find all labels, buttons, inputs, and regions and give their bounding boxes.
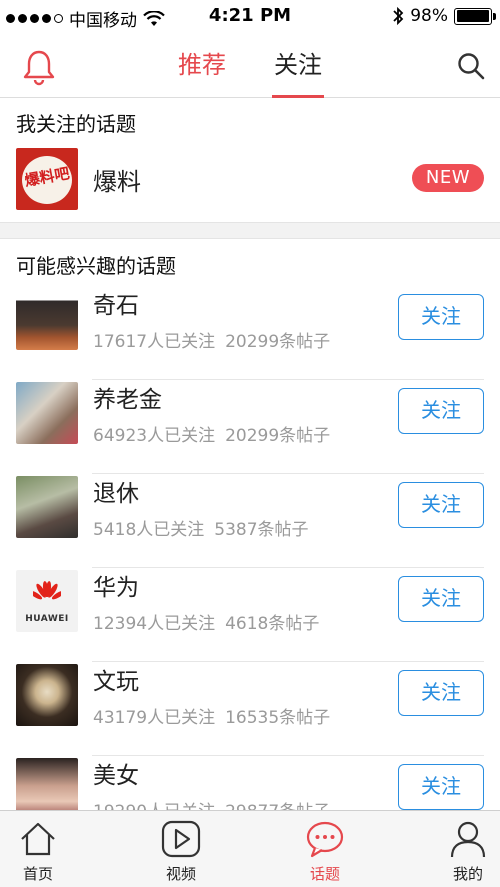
list-item[interactable]: 退休 5418人已关注 5387条帖子 关注 — [0, 474, 500, 568]
huawei-logo-text: HUAWEI — [25, 614, 69, 624]
battery-percent: 98% — [410, 6, 448, 26]
follow-button[interactable]: 关注 — [398, 764, 484, 810]
tab-following[interactable]: 关注 — [272, 48, 324, 98]
tab-video[interactable]: 视频 — [131, 811, 231, 887]
tab-topics[interactable]: 话题 — [275, 811, 375, 887]
tab-recommend[interactable]: 推荐 — [176, 48, 228, 98]
post-count: 16535条帖子 — [225, 708, 331, 728]
user-icon — [450, 821, 486, 858]
follower-count: 5418人已关注 — [93, 520, 205, 540]
battery-icon — [454, 7, 496, 25]
list-item[interactable]: 奇石 17617人已关注 20299条帖子 关注 — [0, 286, 500, 380]
battery-group: 98% — [392, 6, 496, 26]
tab-label: 话题 — [309, 865, 340, 883]
follower-count: 17617人已关注 — [93, 332, 216, 352]
post-count: 29877条帖子 — [225, 802, 330, 810]
topic-stats: 43179人已关注 16535条帖子 — [93, 703, 340, 728]
topic-stats: 17617人已关注 20299条帖子 — [93, 327, 340, 352]
home-icon — [21, 822, 55, 856]
tab-profile[interactable]: 我的 — [418, 811, 500, 887]
list-item[interactable]: HUAWEI 华为 12394人已关注 4618条帖子 关注 — [0, 568, 500, 662]
my-topics-title: 我关注的话题 — [16, 112, 136, 136]
topic-name: 爆料 — [93, 168, 141, 196]
post-count: 4618条帖子 — [225, 614, 320, 634]
tab-label: 视频 — [165, 865, 196, 883]
topic-thumbnail — [16, 758, 78, 810]
list-item[interactable]: 文玩 43179人已关注 16535条帖子 关注 — [0, 662, 500, 756]
topic-thumbnail — [16, 664, 78, 726]
tab-label: 首页 — [22, 865, 53, 883]
list-item[interactable]: 养老金 64923人已关注 20299条帖子 关注 — [0, 380, 500, 474]
post-count: 20299条帖子 — [225, 332, 331, 352]
topic-thumbnail: 爆料吧 — [16, 148, 78, 210]
top-nav: 推荐 关注 — [0, 34, 500, 98]
chat-bubble-icon — [306, 821, 344, 858]
search-icon[interactable] — [456, 51, 486, 81]
follow-button[interactable]: 关注 — [398, 482, 484, 528]
follow-button[interactable]: 关注 — [398, 388, 484, 434]
new-badge: NEW — [411, 164, 484, 192]
topic-name: 华为 — [93, 575, 139, 601]
post-count: 20299条帖子 — [225, 426, 331, 446]
follower-count: 43179人已关注 — [93, 708, 216, 728]
follow-button[interactable]: 关注 — [398, 576, 484, 622]
topic-name: 奇石 — [93, 293, 139, 319]
topic-thumbnail — [16, 476, 78, 538]
topic-name: 美女 — [93, 763, 139, 789]
suggested-topics-title: 可能感兴趣的话题 — [16, 254, 176, 278]
topic-stats: 5418人已关注 5387条帖子 — [93, 515, 319, 540]
follow-button[interactable]: 关注 — [398, 294, 484, 340]
list-item[interactable]: 美女 19290人已关注 29877条帖子 关注 — [0, 756, 500, 810]
top-tabs: 推荐 关注 — [0, 48, 500, 98]
follower-count: 19290人已关注 — [93, 802, 215, 810]
bluetooth-icon — [393, 6, 404, 26]
topic-name: 养老金 — [93, 387, 162, 413]
huawei-logo-icon — [33, 581, 61, 600]
topic-thumbnail: HUAWEI — [16, 570, 78, 632]
follower-count: 64923人已关注 — [93, 426, 216, 446]
my-topic-item[interactable]: 爆料吧 爆料 NEW — [0, 146, 500, 222]
topics-content[interactable]: 我关注的话题 爆料吧 爆料 NEW 可能感兴趣的话题 奇石 17617人已关注 2… — [0, 98, 500, 810]
topic-thumbnail — [16, 288, 78, 350]
follow-button[interactable]: 关注 — [398, 670, 484, 716]
topic-stats: 19290人已关注 29877条帖子 — [93, 797, 340, 810]
topic-thumbnail — [16, 382, 78, 444]
video-play-icon — [161, 820, 201, 858]
post-count: 5387条帖子 — [214, 520, 309, 540]
tab-home[interactable]: 首页 — [0, 811, 88, 887]
section-divider — [0, 222, 500, 239]
topic-name: 文玩 — [93, 669, 139, 695]
suggested-topics-list: 奇石 17617人已关注 20299条帖子 关注 养老金 64923人已关注 202… — [0, 286, 500, 810]
bottom-tab-bar: 首页 视频 话题 我的 — [0, 810, 500, 887]
tab-label: 我的 — [452, 865, 483, 883]
follower-count: 12394人已关注 — [93, 614, 216, 634]
topic-stats: 64923人已关注 20299条帖子 — [93, 421, 340, 446]
status-bar: 中国移动 4:21 PM 98% — [0, 0, 500, 34]
topic-name: 退休 — [93, 481, 139, 507]
topic-stats: 12394人已关注 4618条帖子 — [93, 609, 329, 634]
